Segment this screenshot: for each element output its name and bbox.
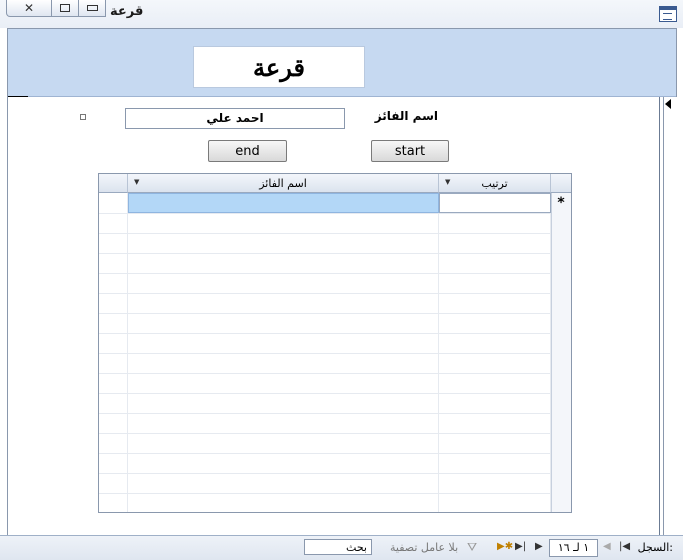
start-button[interactable]: start [371, 140, 449, 162]
restore-button[interactable] [51, 0, 79, 17]
table-row [99, 333, 551, 354]
search-input[interactable]: بحث [304, 539, 372, 555]
close-button[interactable]: ✕ [6, 0, 52, 17]
record-selector-bar[interactable] [663, 97, 677, 535]
column-header-label: اسم الفائز [259, 176, 307, 190]
title-bar: ✕ قرعة [0, 0, 683, 28]
table-row [99, 453, 551, 474]
table-row [99, 253, 551, 274]
column-header-rank[interactable]: ▼ ترتيب [439, 174, 551, 193]
table-row [99, 473, 551, 494]
table-row [99, 373, 551, 394]
minimize-button[interactable] [78, 0, 106, 17]
filter-icon: ⛛ [467, 540, 478, 554]
record-selector-arrow-icon [665, 99, 671, 109]
form-area: قرعة اسم الفائز احمد علي end start ▼ اسم… [7, 28, 677, 536]
new-record-nav-icon[interactable]: ▶✱ [497, 541, 513, 552]
small-checkbox[interactable] [80, 114, 86, 120]
new-record-icon: * [557, 195, 565, 211]
table-row [99, 393, 551, 414]
table-row [99, 313, 551, 334]
previous-record-icon[interactable]: ◀ [603, 541, 611, 552]
winner-name-cell[interactable] [128, 193, 439, 213]
table-row [99, 293, 551, 314]
select-all-corner[interactable] [551, 174, 571, 193]
window-controls: ✕ [6, 0, 106, 18]
window-title: قرعة [110, 4, 144, 19]
table-row [99, 233, 551, 254]
record-selector-divider [659, 97, 660, 535]
next-record-icon[interactable]: ▶ [535, 541, 543, 552]
new-record-row[interactable] [99, 193, 551, 214]
end-button[interactable]: end [208, 140, 287, 162]
chevron-down-icon[interactable]: ▼ [445, 178, 450, 186]
chevron-down-icon[interactable]: ▼ [134, 178, 139, 186]
row-selector-column[interactable] [551, 174, 571, 512]
header-title: قرعة [193, 46, 365, 88]
winners-datasheet[interactable]: ▼ اسم الفائز ▼ ترتيب * [98, 173, 572, 513]
table-row [99, 433, 551, 454]
winner-field[interactable]: احمد علي [125, 108, 345, 129]
close-icon: ✕ [23, 1, 35, 15]
last-record-icon[interactable]: ▶| [515, 541, 526, 552]
column-header-label: ترتيب [481, 176, 508, 190]
column-header-winner-name[interactable]: ▼ اسم الفائز [128, 174, 439, 193]
filter-status[interactable]: بلا عامل تصفية [390, 541, 458, 554]
table-row [99, 273, 551, 294]
first-record-icon[interactable]: |◀ [619, 541, 630, 552]
table-cell [99, 193, 128, 213]
record-position-field[interactable]: ١ لـ ١٦ [549, 539, 598, 557]
restore-icon [60, 4, 70, 12]
minimize-icon [86, 5, 98, 11]
form-icon[interactable] [659, 6, 677, 22]
header-spacer [99, 174, 128, 193]
table-row [99, 353, 551, 374]
table-row [99, 493, 551, 512]
record-label: السجل: [637, 541, 673, 554]
record-navigation-bar: السجل: |◀ ◀ ١ لـ ١٦ ▶ ▶| ▶✱ ⛛ بلا عامل ت… [0, 535, 683, 560]
form-header: قرعة [8, 29, 676, 97]
winner-label: اسم الفائز [374, 109, 438, 123]
table-row [99, 213, 551, 234]
divider [8, 96, 28, 97]
table-row [99, 413, 551, 434]
rank-cell[interactable] [439, 193, 551, 213]
